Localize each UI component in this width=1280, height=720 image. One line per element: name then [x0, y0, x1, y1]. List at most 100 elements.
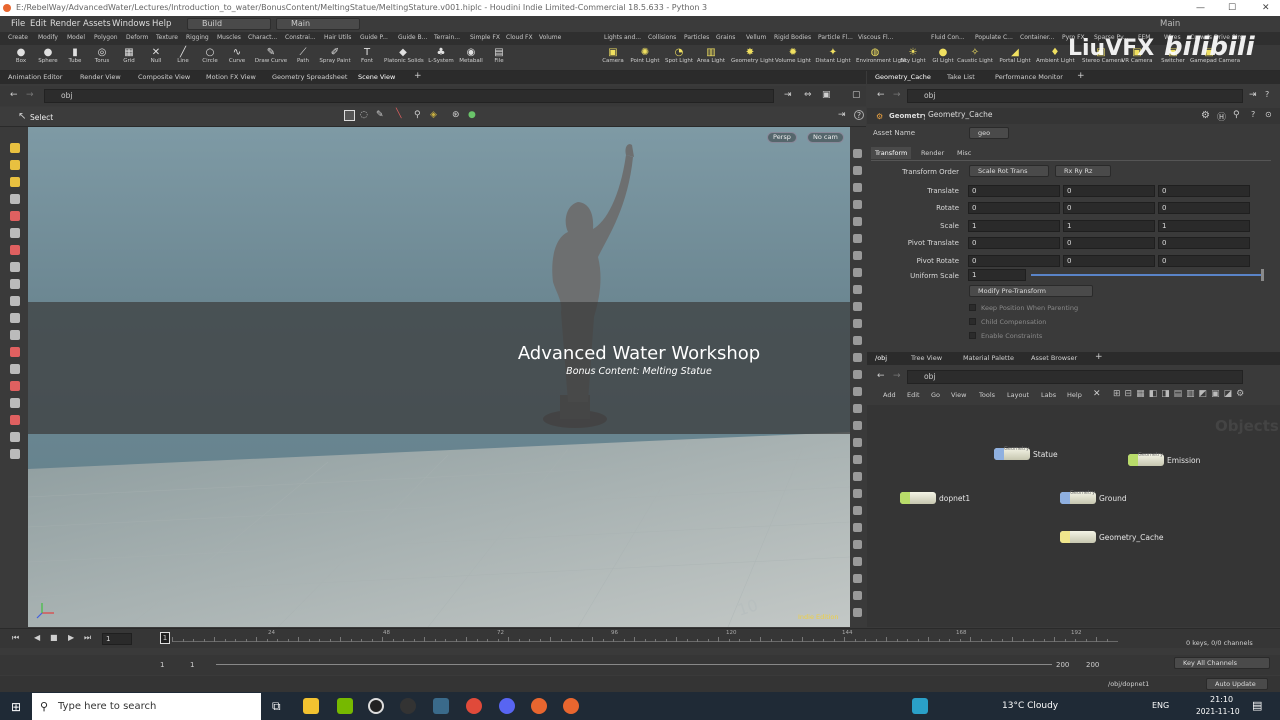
range-start-field[interactable]: 1 [160, 661, 164, 669]
shelf-tab[interactable]: Modify [38, 34, 58, 41]
param-field[interactable]: 0 [1158, 202, 1250, 215]
tab-tree-view[interactable]: Tree View [911, 354, 942, 362]
display-option-icon[interactable] [853, 557, 862, 566]
visibility-icon[interactable]: ● [468, 110, 476, 120]
shelf-tool[interactable]: ✐ Spray Paint [319, 46, 350, 70]
asset-name-dropdown[interactable]: geo [969, 127, 1009, 139]
menu-edit[interactable]: Edit [30, 16, 46, 32]
rotation-order-dropdown[interactable]: Rx Ry Rz [1055, 165, 1111, 177]
network-menu-tools[interactable]: Tools [979, 391, 995, 399]
gear-icon[interactable]: ⚙ [1201, 110, 1210, 121]
persp-dropdown[interactable]: Persp [767, 132, 797, 143]
shelf-tool[interactable]: ✸ Geometry Light [731, 46, 774, 70]
stop-icon[interactable]: ■ [50, 633, 58, 642]
param-field[interactable]: 0 [1158, 237, 1250, 250]
shelf-tab[interactable]: Lights and... [604, 34, 641, 41]
network-menu-view[interactable]: View [951, 391, 966, 399]
jump-end-icon[interactable]: ⏭ [84, 633, 91, 643]
tool-icon[interactable] [10, 245, 20, 255]
select-groups-icon[interactable]: ⚲ [414, 110, 421, 120]
network-menu-add[interactable]: Add [883, 391, 896, 399]
tab-material-palette[interactable]: Material Palette [963, 354, 1014, 362]
app-icon[interactable] [400, 698, 416, 714]
param-field[interactable]: 0 [1063, 254, 1155, 267]
network-menu-labs[interactable]: Labs [1041, 391, 1056, 399]
shelf-tab[interactable]: Guide B... [398, 34, 427, 41]
tab-misc[interactable]: Misc [957, 149, 971, 157]
tool-icon[interactable] [10, 296, 20, 306]
tool-icon[interactable] [10, 177, 20, 187]
shelf-tool[interactable]: ▥ Area Light [697, 46, 725, 70]
shelf-tab[interactable]: Rigid Bodies [774, 34, 811, 41]
shelf-tab[interactable]: Volume [539, 34, 561, 41]
tool-icon[interactable] [10, 398, 20, 408]
range-slider[interactable] [216, 664, 1052, 665]
display-option-icon[interactable] [853, 591, 862, 600]
current-frame-field[interactable]: 1 [102, 633, 132, 645]
shelf-tab[interactable]: Particles [684, 34, 709, 41]
tool-icon[interactable] [10, 330, 20, 340]
shelf-tab[interactable]: Charact... [248, 34, 277, 41]
shelf-tab[interactable]: Hair Utils [324, 34, 351, 41]
menu-help[interactable]: Help [152, 16, 171, 32]
shelf-tab[interactable]: Particle Fl... [818, 34, 853, 41]
tab-transform[interactable]: Transform [871, 147, 912, 159]
shelf-tool[interactable]: ♦ Ambient Light [1036, 46, 1075, 70]
tool-icon[interactable] [10, 160, 20, 170]
tool-icon[interactable] [10, 415, 20, 425]
range-end-field[interactable]: 200 [1056, 661, 1069, 669]
shelf-tab[interactable]: Fluid Con... [931, 34, 965, 41]
obs-icon[interactable] [368, 698, 384, 714]
display-option-icon[interactable] [853, 370, 862, 379]
help-icon[interactable]: ? [1265, 90, 1269, 99]
frame-marker[interactable]: 1 [160, 632, 170, 644]
display-option-icon[interactable] [853, 336, 862, 345]
tab-asset-browser[interactable]: Asset Browser [1031, 354, 1077, 362]
shelf-tool[interactable]: ▣ Camera [600, 46, 626, 70]
shelf-tool[interactable]: ▤ File [486, 46, 512, 70]
houdini-icon[interactable] [531, 698, 547, 714]
forward-arrow-icon[interactable]: → [26, 90, 34, 100]
display-option-icon[interactable] [853, 404, 862, 413]
display-option-icon[interactable] [853, 574, 862, 583]
pre-transform-dropdown[interactable]: Modify Pre-Transform [969, 285, 1093, 297]
viewport-path-field[interactable]: obj [44, 89, 774, 103]
tool-icon[interactable] [10, 194, 20, 204]
tool-icon[interactable] [10, 279, 20, 289]
display-option-icon[interactable] [853, 268, 862, 277]
jump-start-icon[interactable]: ⏮ [12, 633, 19, 643]
shelf-tool[interactable]: ⟋ Path [290, 46, 316, 70]
shelf-tool[interactable]: T Font [354, 46, 380, 70]
snapping-icon[interactable]: ⊛ [452, 110, 460, 120]
shelf-tab[interactable]: Deform [126, 34, 148, 41]
network-menu-help[interactable]: Help [1067, 391, 1082, 399]
shelf-tab[interactable]: Guide P... [360, 34, 388, 41]
shelf-tool[interactable]: ◢ Portal Light [999, 46, 1030, 70]
params-path-field[interactable]: obj [907, 89, 1243, 103]
tool-icon[interactable] [10, 313, 20, 323]
param-field[interactable]: 0 [968, 202, 1060, 215]
wrench-icon[interactable]: ✕ [1093, 389, 1101, 399]
shelf-tool[interactable]: ◍ Environment Light [856, 46, 907, 70]
back-arrow-icon[interactable]: ← [877, 371, 885, 381]
shelf-tab[interactable]: Collisions [648, 34, 676, 41]
clock-date[interactable]: 2021-11-10 [1196, 707, 1240, 716]
tool-icon[interactable] [10, 432, 20, 442]
shelf-tool[interactable]: ✹ Volume Light [775, 46, 811, 70]
cam-dropdown[interactable]: No cam [807, 132, 844, 143]
display-option-icon[interactable] [853, 319, 862, 328]
tool-icon[interactable] [10, 262, 20, 272]
network-editor[interactable]: Objects Geometry Statue Geometry Emission … [867, 405, 1280, 627]
help-icon[interactable]: ? [1251, 110, 1255, 119]
tool-icon[interactable] [10, 364, 20, 374]
shelf-tab[interactable]: Viscous Fl... [858, 34, 893, 41]
auto-update-dropdown[interactable]: Auto Update [1206, 678, 1268, 690]
pin-icon[interactable]: ⇥ [1249, 90, 1257, 100]
play-icon[interactable]: ▶ [68, 633, 74, 642]
display-option-icon[interactable] [853, 251, 862, 260]
taskbar-search[interactable]: ⚲ Type here to search [32, 693, 261, 720]
maximize-button[interactable]: ☐ [1228, 0, 1236, 16]
tab-geometry-spreadsheet[interactable]: Geometry Spreadsheet [272, 73, 347, 81]
slider-handle[interactable] [1261, 269, 1264, 281]
shelf-tool[interactable]: ● GI Light [930, 46, 956, 70]
